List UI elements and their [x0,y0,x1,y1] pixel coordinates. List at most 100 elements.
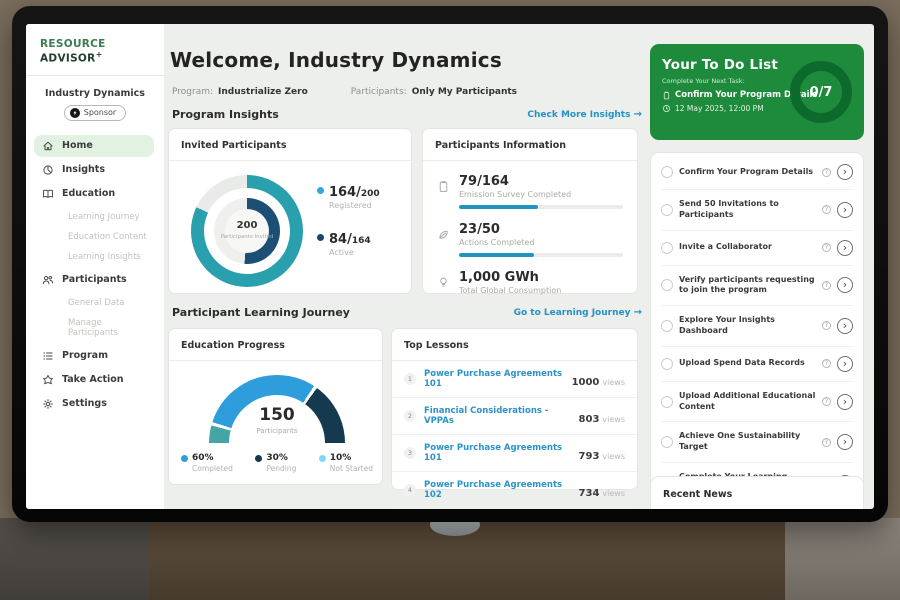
stat-emission-survey: 79/164 Emission Survey Completed [437,174,623,209]
sidebar-item-education-content[interactable]: Education Content [68,227,154,247]
sidebar-item-take-action[interactable]: Take Action [34,369,154,391]
card-title: Top Lessons [392,329,637,361]
sidebar-item-home[interactable]: Home [34,135,154,157]
legend-label: Registered [329,201,380,210]
stat-label: Emission Survey Completed [459,190,623,199]
program-insights-header: Program Insights Check More Insights → [172,108,642,121]
sidebar-item-learning-journey[interactable]: Learning Journey [68,207,154,227]
chevron-right-icon[interactable]: › [837,394,853,410]
learning-journey-header: Participant Learning Journey Go to Learn… [172,306,642,319]
chevron-right-icon[interactable]: › [837,318,853,334]
task-label: Explore Your Insights Dashboard [679,315,816,337]
check-more-insights-link[interactable]: Check More Insights → [527,109,642,120]
info-icon: ? [822,281,831,290]
sidebar-item-participants[interactable]: Participants [34,269,154,291]
todo-progress-ring: 0/7 [790,61,852,123]
chevron-right-icon[interactable]: › [837,277,853,293]
lesson-link[interactable]: Power Purchase Agreements 101 [424,369,564,389]
sidebar-item-label: Take Action [62,374,124,385]
program-dropdown[interactable]: Program: Industrialize Zero [172,82,321,101]
legend-dot [181,455,188,462]
sidebar-item-label: Settings [62,398,107,409]
link-text: Go to Learning Journey [514,308,631,318]
task-checkbox[interactable] [661,242,673,254]
sidebar-item-label: Participants [62,274,127,285]
todo-task[interactable]: Confirm Your Program Details ? › [661,155,853,189]
task-label: Verify participants requesting to join t… [679,275,816,297]
info-icon: ? [822,168,831,177]
task-checkbox[interactable] [661,396,673,408]
todo-task[interactable]: Send 50 Invitations to Participants ? › [661,189,853,230]
task-checkbox[interactable] [661,320,673,332]
chevron-right-icon[interactable]: › [837,434,853,450]
chevron-down-icon [522,82,530,101]
sidebar-item-learning-insights[interactable]: Learning Insights [68,247,154,267]
legend-item-registered: 164/200 Registered [317,181,380,210]
todo-task[interactable]: Verify participants requesting to join t… [661,265,853,306]
task-label: Achieve One Sustainability Target [679,431,816,453]
todo-task[interactable]: Invite a Collaborator ? › [661,230,853,265]
task-checkbox[interactable] [661,279,673,291]
sponsor-badge[interactable]: Sponsor [64,105,126,121]
task-checkbox[interactable] [661,436,673,448]
stat-value: 23/50 [459,222,623,237]
legend-dot [255,455,262,462]
org-name: Industry Dynamics [26,88,164,99]
sidebar-item-education[interactable]: Education [34,183,154,205]
lesson-link[interactable]: Financial Considerations - VPPAs [424,406,571,426]
lesson-link[interactable]: Power Purchase Agreements 102 [424,480,571,500]
sidebar-item-program[interactable]: Program [34,345,154,367]
clipboard-icon [662,91,671,100]
participants-value: Only My Participants [412,87,517,97]
info-icon: ? [822,321,831,330]
go-to-learning-journey-link[interactable]: Go to Learning Journey → [514,307,642,318]
participants-dropdown[interactable]: Participants: Only My Participants [351,82,530,101]
sidebar-item-label: Education [62,188,115,199]
legend-total: 164 [352,236,371,246]
todo-hero-card: Your To Do List Complete Your Next Task:… [650,44,864,140]
info-icon: ? [822,205,831,214]
sidebar-item-settings[interactable]: Settings [34,393,154,415]
sidebar-item-insights[interactable]: Insights [34,159,154,181]
recent-news-card: Recent News [650,476,864,509]
todo-task[interactable]: Upload Spend Data Records ? › [661,346,853,381]
desk-shadow-left [0,518,150,600]
legend-dot [317,187,324,194]
legend-label: Pending [266,464,296,473]
legend-item-active: 84/164 Active [317,228,380,257]
card-title: Invited Participants [169,129,411,161]
program-value: Industrialize Zero [218,87,308,97]
legend-label: Active [329,248,380,257]
chevron-right-icon[interactable]: › [837,240,853,256]
sponsor-label: Sponsor [84,108,116,117]
lesson-row: 4 Power Purchase Agreements 102 734views [392,472,637,509]
monitor-bezel: RESOURCE ADVISOR+ Industry Dynamics Spon… [12,6,888,522]
participants-icon [42,274,54,286]
education-progress-card: Education Progress 150 Participants 60% … [168,328,383,485]
task-label: Confirm Your Program Details [679,167,816,178]
lesson-link[interactable]: Power Purchase Agreements 101 [424,443,571,463]
todo-tasks-card: Confirm Your Program Details ? › Send 50… [650,152,864,509]
info-icon: ? [822,438,831,447]
bolt-icon [70,108,80,118]
sidebar-item-manage-participants[interactable]: Manage Participants [68,313,154,343]
chevron-right-icon[interactable]: › [837,164,853,180]
arrow-right-icon: → [634,307,642,318]
todo-task[interactable]: Explore Your Insights Dashboard ? › [661,305,853,346]
legend-item-completed: 60% Completed [181,453,233,473]
chevron-right-icon[interactable]: › [837,202,853,218]
page-title: Welcome, Industry Dynamics [170,48,502,72]
todo-task[interactable]: Achieve One Sustainability Target ? › [661,421,853,462]
todo-task[interactable]: Upload Additional Educational Content ? … [661,381,853,422]
task-checkbox[interactable] [661,204,673,216]
lesson-rank: 3 [404,447,416,459]
legend-item-not-started: 10% Not Started [319,453,373,473]
task-checkbox[interactable] [661,166,673,178]
progress-fill [459,253,534,257]
task-checkbox[interactable] [661,358,673,370]
chevron-right-icon[interactable]: › [837,356,853,372]
insights-icon [42,164,54,176]
sidebar-item-general-data[interactable]: General Data [68,293,154,313]
info-icon: ? [822,243,831,252]
sidebar-divider [26,75,164,76]
